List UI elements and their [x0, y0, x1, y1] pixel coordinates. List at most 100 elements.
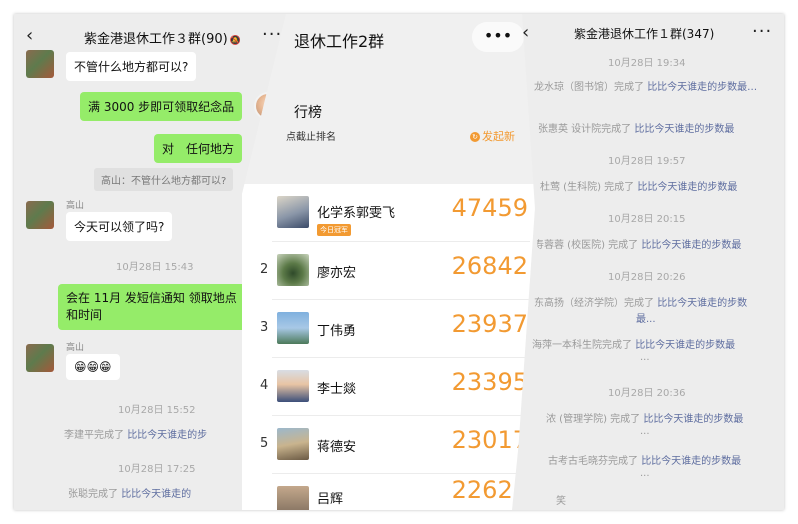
ranking-row[interactable]: 3 丁伟勇 23937: [242, 300, 538, 358]
right-chat-panel: ‹ 紫金港退休工作１群(347) ··· 10月28日 19:34 龙水琼（图书…: [512, 14, 784, 510]
avatar: [277, 312, 309, 344]
message-bubble: 😁😁😁: [66, 354, 120, 380]
avatar: [277, 486, 309, 510]
mini-program-link[interactable]: 比比今天谁走的步: [127, 430, 207, 441]
system-message-text: 张聪完成了: [68, 489, 118, 500]
rank-number: 2: [260, 262, 269, 277]
leaderboard-title: 行榜: [294, 105, 322, 121]
ranking-row[interactable]: 化学系郭雯飞 今日冠军 47459: [242, 184, 538, 242]
sender-name: 高山: [66, 201, 85, 211]
system-message-text: 寿蓉蓉 (校医院) 完成了: [534, 240, 639, 251]
step-count: 47459: [451, 194, 528, 222]
mini-program-link[interactable]: 比比今天谁走的步数最: [641, 240, 741, 251]
mini-program-link[interactable]: 比比今天谁走的: [121, 489, 191, 500]
message-line: 会在 11月 发短信通知 领取地点: [66, 291, 237, 305]
message-bubble: 今天可以领了吗?: [66, 212, 173, 241]
more-icon[interactable]: ···: [262, 24, 282, 45]
avatar[interactable]: [26, 50, 54, 78]
member-name: 蒋德安: [317, 440, 357, 455]
system-message-text: 浓 (管理学院) 完成了: [546, 414, 641, 425]
timestamp: 10月28日 19:34: [608, 58, 686, 69]
timestamp: 10月28日 15:52: [118, 405, 196, 416]
ranking-panel: 退休工作2群 ••• 行榜 点截止排名 ↻ 发起新 化学系郭雯飞 今日冠军 474…: [242, 14, 538, 510]
avatar[interactable]: [26, 344, 54, 372]
left-chat-title: 紫金港退休工作３群(90) 🔕: [84, 32, 241, 47]
mini-program-link[interactable]: 比比今天谁走的步数最: [634, 124, 734, 135]
system-message-text: ...: [640, 426, 650, 437]
member-name: 廖亦宏: [317, 266, 357, 281]
system-message: 龙水琼（图书馆）完成了 比比今天谁走的步数最…: [534, 78, 757, 93]
mini-program-link[interactable]: 比比今天谁走的步数最: [635, 340, 735, 351]
avatar: [277, 428, 309, 460]
mini-program-link[interactable]: 比比今天谁走的步数: [657, 298, 747, 309]
system-message: 东高扬（经济学院）完成了 比比今天谁走的步数: [534, 294, 747, 309]
mini-program-link[interactable]: 比比今天谁走的步数最: [643, 414, 743, 425]
ranking-row[interactable]: 5 蒋德安 23017: [242, 416, 538, 474]
avatar: [277, 196, 309, 228]
rank-number: 4: [260, 378, 269, 393]
avatar: [277, 254, 309, 286]
system-message-continuation: ...: [640, 352, 650, 363]
menu-capsule-button[interactable]: •••: [472, 22, 524, 52]
timestamp: 10月28日 15:43: [116, 262, 194, 273]
ranking-header: 退休工作2群 ••• 行榜 点截止排名 ↻ 发起新: [242, 14, 538, 184]
back-icon[interactable]: ‹: [26, 25, 33, 46]
mini-program-link[interactable]: 比比今天谁走的步数最…: [647, 82, 757, 93]
system-message: 李建平完成了 比比今天谁走的步: [64, 426, 207, 441]
system-message-text: 杜莺 (生科院) 完成了: [540, 182, 635, 193]
start-new-label: 发起新: [482, 130, 515, 143]
start-new-button[interactable]: ↻ 发起新: [470, 128, 515, 144]
system-message: 张聪完成了 比比今天谁走的: [68, 485, 191, 500]
more-icon[interactable]: ···: [752, 21, 772, 42]
system-message-text: 海萍一本科生院完成了: [532, 340, 632, 351]
leaderboard-subtitle: 点截止排名: [286, 132, 336, 143]
step-count: 26842: [451, 252, 528, 280]
system-message: 笑: [556, 492, 566, 507]
system-message-text: 东高扬（经济学院）完成了: [534, 298, 654, 309]
avatar: [277, 370, 309, 402]
mini-program-link[interactable]: 比比今天谁走的步数最: [637, 182, 737, 193]
system-message-text: 张惠英 设计院完成了: [538, 124, 632, 135]
system-message-continuation: ...: [640, 468, 650, 479]
sender-name: 高山: [66, 343, 85, 353]
system-message-continuation: 最...: [636, 310, 656, 325]
timestamp: 10月28日 20:15: [608, 214, 686, 225]
right-chat-title: 紫金港退休工作１群(347): [574, 27, 715, 41]
champion-badge: 今日冠军: [317, 224, 351, 236]
message-bubble: 不管什么地方都可以?: [66, 52, 197, 81]
member-name: 丁伟勇: [317, 324, 357, 339]
ranking-row[interactable]: 2 廖亦宏 26842: [242, 242, 538, 300]
system-message: 杜莺 (生科院) 完成了 比比今天谁走的步数最: [540, 178, 737, 193]
rank-number: 5: [260, 436, 269, 451]
quoted-message: 高山：不管什么地方都可以?: [94, 168, 234, 191]
message-bubble: 对 任何地方: [154, 134, 243, 163]
timestamp: 10月28日 19:57: [608, 156, 686, 167]
system-message: 浓 (管理学院) 完成了 比比今天谁走的步数最: [546, 410, 743, 425]
system-message: 海萍一本科生院完成了 比比今天谁走的步数最: [532, 336, 735, 351]
system-message-text: 龙水琼（图书馆）完成了: [534, 82, 644, 93]
ranking-row[interactable]: 吕辉 22626: [242, 474, 538, 510]
member-name: 李士燚: [317, 382, 357, 397]
ranking-list: 化学系郭雯飞 今日冠军 47459 2 廖亦宏 26842 3 丁伟勇 2393…: [242, 184, 538, 510]
system-message-text: ...: [640, 468, 650, 479]
member-name: 化学系郭雯飞: [317, 206, 396, 221]
system-message-text: 李建平完成了: [64, 430, 124, 441]
mini-program-link[interactable]: 最...: [636, 314, 656, 325]
ranking-row[interactable]: 4 李士燚 23395: [242, 358, 538, 416]
mute-icon: 🔕: [229, 36, 241, 46]
collage-frame: ‹ 紫金港退休工作３群(90) 🔕 ··· 不管什么地方都可以? 满 3000 步…: [14, 14, 784, 510]
mini-program-link[interactable]: 比比今天谁走的步数最: [641, 456, 741, 467]
step-count: 23395: [451, 368, 528, 396]
system-message-text: 古考古毛晓芬完成了: [548, 456, 638, 467]
step-count: 23937: [451, 310, 528, 338]
system-message-text: 笑: [556, 496, 566, 507]
share-icon: ↻: [470, 132, 480, 142]
message-bubble: 满 3000 步即可领取纪念品: [80, 92, 243, 121]
timestamp: 10月28日 17:25: [118, 464, 196, 475]
message-line: 和时间: [66, 308, 103, 322]
avatar[interactable]: [26, 201, 54, 229]
timestamp: 10月28日 20:36: [608, 388, 686, 399]
system-message: 寿蓉蓉 (校医院) 完成了 比比今天谁走的步数最: [534, 236, 741, 251]
timestamp: 10月28日 20:26: [608, 272, 686, 283]
system-message: 古考古毛晓芬完成了 比比今天谁走的步数最: [548, 452, 741, 467]
